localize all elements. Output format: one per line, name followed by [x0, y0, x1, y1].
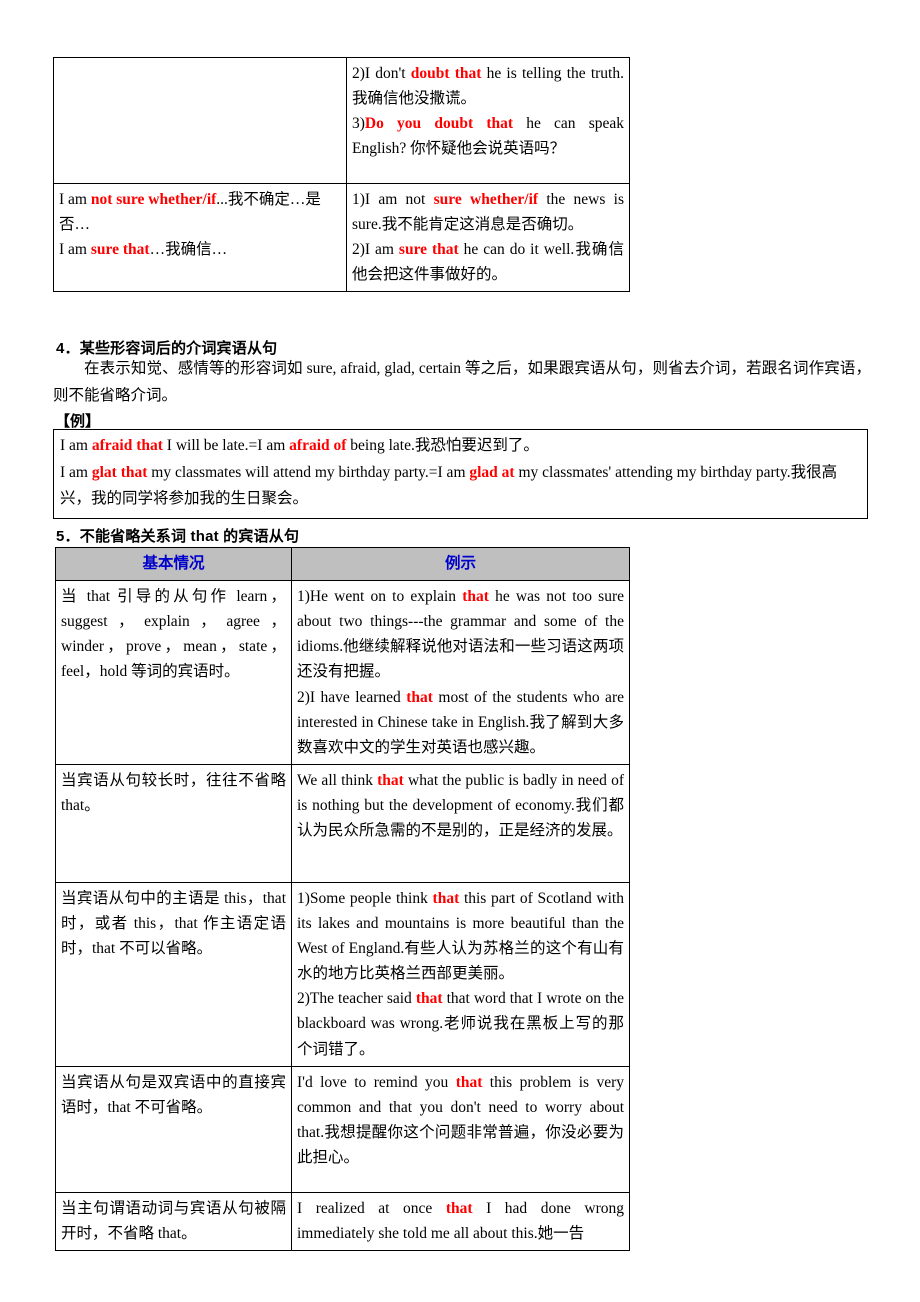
section-4-heading: 4．某些形容词后的介词宾语从句	[56, 340, 278, 357]
emphasis-red: that	[377, 771, 404, 789]
continued-table: 2)I don't doubt that he is telling the t…	[53, 57, 630, 293]
table-row: I am not sure whether/if...我不确定…是否… I am…	[53, 182, 630, 293]
emphasis-red: that	[462, 588, 489, 606]
example-text: being late.我恐怕要迟到了。	[346, 437, 539, 454]
section-4-paragraph: 在表示知觉、感情等的形容词如 sure, afraid, glad, certa…	[53, 360, 871, 404]
condition-text: 当 that 引导的从句作 learn，suggest，explain，agre…	[61, 588, 286, 681]
example-line: 2)I don't doubt that he is telling the t…	[352, 61, 624, 111]
example-line: 1)He went on to explain that he was not …	[297, 584, 624, 684]
emphasis-red: glat that	[91, 463, 148, 481]
table-cell-examples: 1)I am not sure whether/if the news is s…	[346, 182, 630, 293]
example-line: I realized at once that I had done wrong…	[297, 1196, 624, 1246]
condition-line: I am not sure whether/if...我不确定…是否…	[59, 187, 341, 237]
table-cell-condition-empty	[53, 57, 347, 184]
example-line: I'd love to remind you that this problem…	[297, 1070, 624, 1170]
section-5-table: 基本情况 例示 当 that 引导的从句作 learn，suggest，expl…	[55, 546, 630, 1251]
example-text: 2)I have learned	[297, 688, 407, 706]
section-5-heading: 5．不能省略关系词 that 的宾语从句	[56, 528, 300, 545]
condition-text: 当宾语从句中的主语是 this，that 时，或者 this，that 作主语定…	[61, 889, 286, 958]
condition-line: I am sure that…我确信…	[59, 237, 341, 262]
example-text: 2)I don't	[352, 65, 411, 82]
table-row: 当宾语从句较长时，往往不省略 that。 We all think that w…	[55, 763, 630, 883]
example-line: I am afraid that I will be late.=I am af…	[60, 433, 861, 460]
emphasis-red: not sure whether/if	[90, 191, 217, 208]
emphasis-red: glad at	[469, 463, 515, 481]
table-cell-condition: I am not sure whether/if...我不确定…是否… I am…	[53, 182, 347, 293]
example-text: I will be late.=I am	[162, 437, 290, 454]
column-header-condition: 基本情况	[55, 546, 292, 582]
table-row: 当宾语从句是双宾语中的直接宾语时，that 不可省略。 I'd love to …	[55, 1065, 630, 1193]
example-line: 1)Some people think that this part of Sc…	[297, 886, 624, 986]
example-text: I am	[60, 437, 92, 454]
condition-text: …我确信…	[149, 241, 228, 259]
table-cell-condition: 当主句谓语动词与宾语从句被隔开时，不省略 that。	[55, 1191, 292, 1251]
example-text: my classmates will attend my birthday pa…	[147, 463, 470, 481]
table-header-row: 基本情况 例示	[55, 546, 630, 582]
example-text: 1)He went on to explain	[297, 588, 463, 606]
example-text: I am	[60, 463, 92, 481]
emphasis-red: that	[406, 688, 433, 706]
example-line: We all think that what the public is bad…	[297, 768, 624, 843]
table-cell-example: We all think that what the public is bad…	[291, 763, 630, 883]
table-cell-examples: 2)I don't doubt that he is telling the t…	[346, 57, 630, 184]
emphasis-red: sure that	[90, 241, 150, 259]
example-text: 2)I am	[352, 241, 399, 259]
table-row: 当宾语从句中的主语是 this，that 时，或者 this，that 作主语定…	[55, 881, 630, 1067]
condition-text: 当宾语从句是双宾语中的直接宾语时，that 不可省略。	[61, 1073, 286, 1116]
example-line: 1)I am not sure whether/if the news is s…	[352, 187, 624, 237]
table-cell-example: I'd love to remind you that this problem…	[291, 1065, 630, 1193]
emphasis-red: that	[432, 889, 460, 907]
example-text: We all think	[297, 771, 378, 789]
table-cell-condition: 当宾语从句较长时，往往不省略 that。	[55, 763, 292, 883]
emphasis-red: that	[455, 1073, 483, 1091]
example-label: 【例】	[55, 413, 101, 430]
column-header-example: 例示	[291, 546, 630, 582]
condition-text: 当宾语从句较长时，往往不省略 that。	[61, 771, 286, 814]
table-row: 2)I don't doubt that he is telling the t…	[53, 57, 630, 184]
example-text: 1)I am not	[352, 191, 434, 208]
example-line: I am glat that my classmates will attend…	[60, 460, 861, 513]
document-page: 2)I don't doubt that he is telling the t…	[0, 0, 920, 1302]
example-text: I realized at once	[297, 1199, 446, 1217]
condition-text: 当主句谓语动词与宾语从句被隔开时，不省略 that。	[61, 1199, 286, 1242]
condition-text: I am	[59, 191, 91, 208]
table-cell-condition: 当宾语从句是双宾语中的直接宾语时，that 不可省略。	[55, 1065, 292, 1193]
emphasis-red: doubt that	[410, 65, 482, 82]
section-4-body: 在表示知觉、感情等的形容词如 sure, afraid, glad, certa…	[53, 356, 871, 409]
emphasis-red: that	[415, 990, 443, 1008]
table-cell-example: I realized at once that I had done wrong…	[291, 1191, 630, 1251]
table-cell-example: 1)He went on to explain that he was not …	[291, 580, 630, 765]
condition-text: I am	[59, 241, 91, 259]
emphasis-red: sure that	[398, 241, 459, 259]
emphasis-red: Do you doubt that	[364, 115, 514, 133]
example-line: 2)The teacher said that that word that I…	[297, 986, 624, 1061]
example-line: 3)Do you doubt that he can speak English…	[352, 111, 624, 161]
example-text: I'd love to remind you	[297, 1073, 456, 1091]
example-text: 3)	[352, 115, 365, 133]
example-line: 2)I have learned that most of the studen…	[297, 685, 624, 760]
table-cell-condition: 当宾语从句中的主语是 this，that 时，或者 this，that 作主语定…	[55, 881, 292, 1067]
example-line: 2)I am sure that he can do it well.我确信他会…	[352, 237, 624, 287]
emphasis-red: afraid that	[91, 437, 163, 454]
table-row: 当 that 引导的从句作 learn，suggest，explain，agre…	[55, 580, 630, 765]
emphasis-red: that	[445, 1199, 473, 1217]
example-text: 2)The teacher said	[297, 990, 416, 1008]
table-cell-example: 1)Some people think that this part of Sc…	[291, 881, 630, 1067]
table-row: 当主句谓语动词与宾语从句被隔开时，不省略 that。 I realized at…	[55, 1191, 630, 1251]
emphasis-red: sure whether/if	[433, 191, 539, 208]
example-text: 1)Some people think	[297, 889, 433, 907]
table-cell-condition: 当 that 引导的从句作 learn，suggest，explain，agre…	[55, 580, 292, 765]
section-4-example-box: I am afraid that I will be late.=I am af…	[53, 429, 868, 519]
emphasis-red: afraid of	[289, 437, 347, 454]
